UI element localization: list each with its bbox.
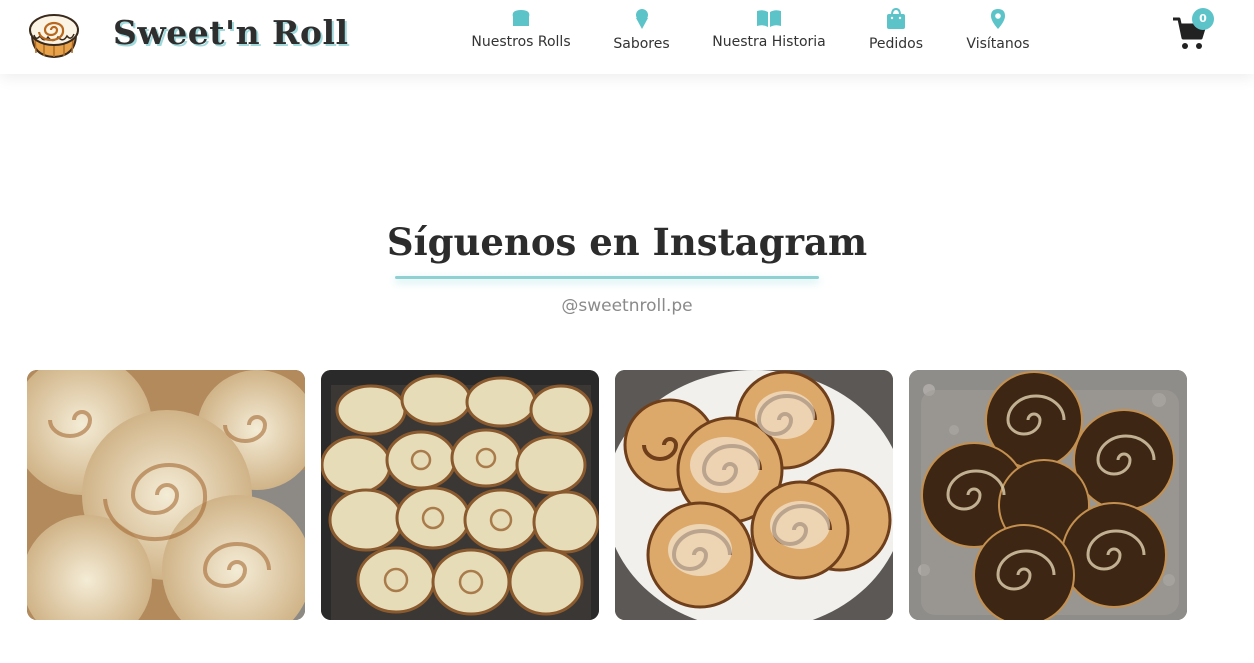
- photo-cinnamon-rolls-closeup: [27, 370, 305, 620]
- nav-label: Sabores: [613, 36, 670, 52]
- nav-item-nuestra-historia[interactable]: Nuestra Historia: [710, 6, 828, 62]
- instagram-photo-3[interactable]: [615, 370, 893, 620]
- shopping-bag-icon: [887, 8, 905, 29]
- bread-icon: [512, 10, 530, 26]
- title-underline: [395, 276, 819, 279]
- instagram-photo-1[interactable]: [27, 370, 305, 620]
- nav-label: Nuestros Rolls: [471, 34, 571, 50]
- nav-item-visitanos[interactable]: Visítanos: [964, 6, 1032, 62]
- ice-cream-icon: [635, 9, 648, 29]
- photo-cinnamon-rolls-plate: [615, 370, 893, 620]
- instagram-photo-2[interactable]: [321, 370, 599, 620]
- nav-item-sabores[interactable]: Sabores: [611, 6, 672, 62]
- section-title: Síguenos en Instagram: [386, 220, 868, 264]
- instagram-photo-4[interactable]: [909, 370, 1187, 620]
- photo-cinnamon-rolls-glass-dish: [909, 370, 1187, 620]
- nav-item-pedidos[interactable]: Pedidos: [866, 6, 926, 62]
- cart-count-badge: 0: [1192, 8, 1214, 30]
- photo-cinnamon-rolls-tray: [321, 370, 599, 620]
- nav-label: Visítanos: [966, 36, 1030, 52]
- instagram-handle[interactable]: @sweetnroll.pe: [0, 296, 1254, 316]
- map-marker-icon: [991, 9, 1005, 29]
- nav-label: Nuestra Historia: [712, 34, 826, 50]
- main-nav: Nuestros Rolls Sabores Nuestra Historia …: [0, 6, 1254, 66]
- nav-item-nuestros-rolls[interactable]: Nuestros Rolls: [470, 6, 572, 62]
- site-header: Sweet'n Roll Nuestros Rolls Sabores Nues…: [0, 0, 1254, 74]
- nav-label: Pedidos: [868, 36, 924, 52]
- book-open-icon: [757, 10, 781, 27]
- cart-button[interactable]: 0: [1170, 8, 1218, 52]
